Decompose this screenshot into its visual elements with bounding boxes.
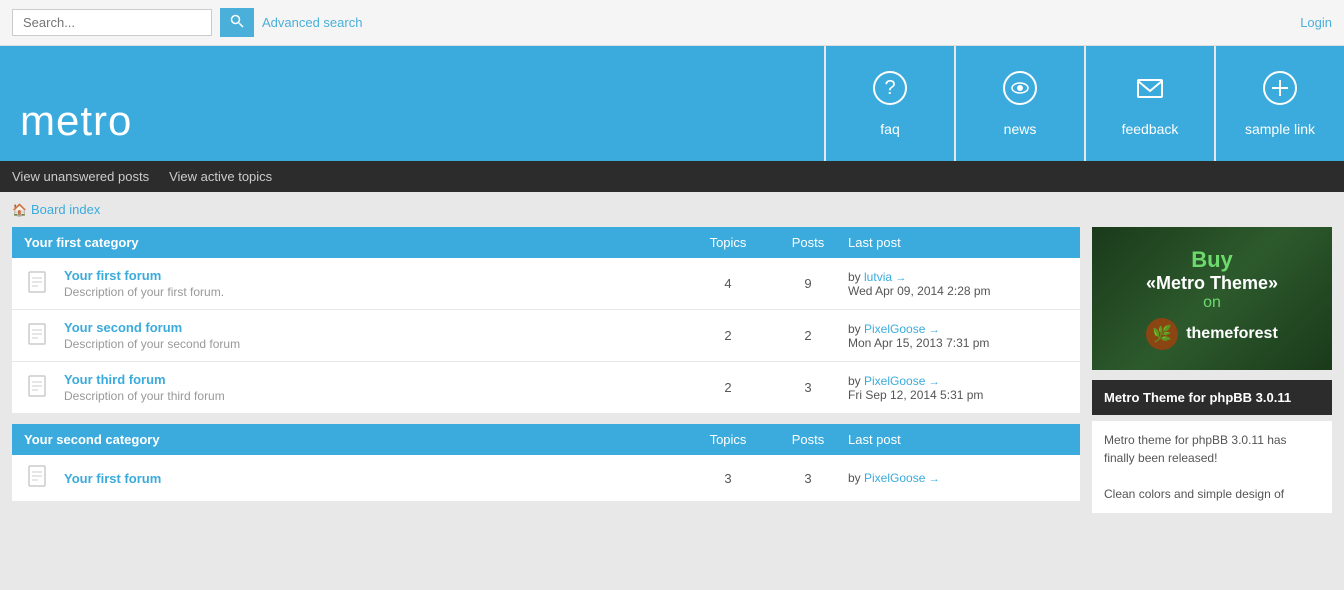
- faq-icon: ?: [872, 70, 908, 113]
- sidebar-text-1: Metro theme for phpBB 3.0.11 has finally…: [1104, 431, 1320, 467]
- hero-area: metro ? faq news: [0, 46, 1344, 161]
- board-index-link[interactable]: Board index: [31, 202, 100, 217]
- posts-col-header-1: Posts: [768, 235, 848, 250]
- lastpost-col-header-1: Last post: [848, 235, 1068, 250]
- themeforest-logo: 🌿: [1146, 318, 1178, 350]
- feedback-label: feedback: [1122, 121, 1179, 137]
- lastpost-date-3: Fri Sep 12, 2014 5:31 pm: [848, 388, 983, 402]
- svg-text:?: ?: [884, 77, 895, 99]
- forum-posts-2: 2: [768, 328, 848, 343]
- forum-desc-3: Description of your third forum: [64, 389, 688, 403]
- forum-title-3[interactable]: Your third forum: [64, 372, 166, 387]
- breadcrumb: 🏠 Board index: [0, 192, 1344, 227]
- category-title-2: Your second category: [24, 432, 688, 447]
- search-input[interactable]: [12, 9, 212, 36]
- category-block-1: Your first category Topics Posts Last po…: [12, 227, 1080, 414]
- forum-icon-1: [24, 271, 54, 297]
- sidebar-text-2: Clean colors and simple design of: [1104, 485, 1320, 503]
- forum-row-2: Your second forum Description of your se…: [12, 310, 1080, 362]
- tile-sample-link[interactable]: sample link: [1214, 46, 1344, 161]
- themeforest-name: themeforest: [1186, 325, 1278, 343]
- main-layout: Your first category Topics Posts Last po…: [0, 227, 1344, 525]
- forum-title-4[interactable]: Your first forum: [64, 471, 161, 486]
- lastpost-author-4[interactable]: PixelGoose: [864, 471, 925, 485]
- feedback-icon: [1132, 70, 1168, 113]
- nav-bar: View unanswered posts View active topics: [0, 161, 1344, 192]
- sidebar-on-text: on: [1112, 294, 1312, 312]
- search-area: Advanced search: [12, 8, 362, 37]
- lastpost-col-header-2: Last post: [848, 432, 1068, 447]
- forum-row-1: Your first forum Description of your fir…: [12, 258, 1080, 310]
- forum-lastpost-2: by PixelGoose → Mon Apr 15, 2013 7:31 pm: [848, 322, 1068, 350]
- tile-news[interactable]: news: [954, 46, 1084, 161]
- sidebar-tf-area: 🌿 themeforest: [1112, 318, 1312, 350]
- news-label: news: [1004, 121, 1037, 137]
- category-header-1: Your first category Topics Posts Last po…: [12, 227, 1080, 258]
- news-icon: [1002, 70, 1038, 113]
- sidebar-ad: Buy «Metro Theme» on 🌿 themeforest: [1092, 227, 1332, 370]
- forum-row-3: Your third forum Description of your thi…: [12, 362, 1080, 414]
- sidebar: Buy «Metro Theme» on 🌿 themeforest Metro…: [1092, 227, 1332, 513]
- forum-info-4: Your first forum: [64, 471, 688, 486]
- forum-lastpost-1: by lutvia → Wed Apr 09, 2014 2:28 pm: [848, 270, 1068, 298]
- forum-posts-1: 9: [768, 276, 848, 291]
- sample-link-icon: [1262, 70, 1298, 113]
- forum-area: Your first category Topics Posts Last po…: [12, 227, 1080, 513]
- forum-topics-2: 2: [688, 328, 768, 343]
- hero-tiles: ? faq news feedback: [824, 46, 1344, 161]
- forum-row-4: Your first forum 3 3 by PixelGoose →: [12, 455, 1080, 502]
- forum-info-1: Your first forum Description of your fir…: [64, 268, 688, 299]
- login-link[interactable]: Login: [1300, 15, 1332, 30]
- forum-icon-4: [24, 465, 54, 491]
- sidebar-info-title: Metro Theme for phpBB 3.0.11: [1092, 380, 1332, 415]
- lastpost-author-1[interactable]: lutvia: [864, 270, 892, 284]
- topics-col-header-2: Topics: [688, 432, 768, 447]
- logo-text: metro: [20, 97, 132, 145]
- forum-posts-3: 3: [768, 380, 848, 395]
- forum-topics-4: 3: [688, 471, 768, 486]
- sidebar-buy-text: Buy: [1112, 247, 1312, 273]
- tile-faq[interactable]: ? faq: [824, 46, 954, 161]
- lastpost-date-2: Mon Apr 15, 2013 7:31 pm: [848, 336, 989, 350]
- posts-col-header-2: Posts: [768, 432, 848, 447]
- hero-logo: metro: [0, 46, 824, 161]
- forum-title-1[interactable]: Your first forum: [64, 268, 161, 283]
- category-block-2: Your second category Topics Posts Last p…: [12, 424, 1080, 502]
- sidebar-info-text: Metro theme for phpBB 3.0.11 has finally…: [1092, 421, 1332, 513]
- topics-col-header-1: Topics: [688, 235, 768, 250]
- forum-desc-2: Description of your second forum: [64, 337, 688, 351]
- forum-lastpost-4: by PixelGoose →: [848, 471, 1068, 485]
- lastpost-author-2[interactable]: PixelGoose: [864, 322, 925, 336]
- advanced-search-link[interactable]: Advanced search: [262, 15, 362, 30]
- forum-info-2: Your second forum Description of your se…: [64, 320, 688, 351]
- forum-desc-1: Description of your first forum.: [64, 285, 688, 299]
- forum-topics-1: 4: [688, 276, 768, 291]
- lastpost-author-3[interactable]: PixelGoose: [864, 374, 925, 388]
- forum-posts-4: 3: [768, 471, 848, 486]
- forum-lastpost-3: by PixelGoose → Fri Sep 12, 2014 5:31 pm: [848, 374, 1068, 402]
- category-title-1: Your first category: [24, 235, 688, 250]
- sidebar-theme-text: «Metro Theme»: [1112, 273, 1312, 294]
- lastpost-date-1: Wed Apr 09, 2014 2:28 pm: [848, 284, 991, 298]
- search-button[interactable]: [220, 8, 254, 37]
- forum-topics-3: 2: [688, 380, 768, 395]
- faq-label: faq: [880, 121, 899, 137]
- forum-info-3: Your third forum Description of your thi…: [64, 372, 688, 403]
- home-icon: 🏠: [12, 203, 27, 217]
- nav-unanswered[interactable]: View unanswered posts: [12, 169, 149, 184]
- forum-icon-3: [24, 375, 54, 401]
- tile-feedback[interactable]: feedback: [1084, 46, 1214, 161]
- nav-active-topics[interactable]: View active topics: [169, 169, 272, 184]
- sample-link-label: sample link: [1245, 121, 1315, 137]
- top-bar: Advanced search Login: [0, 0, 1344, 46]
- forum-title-2[interactable]: Your second forum: [64, 320, 182, 335]
- category-header-2: Your second category Topics Posts Last p…: [12, 424, 1080, 455]
- forum-icon-2: [24, 323, 54, 349]
